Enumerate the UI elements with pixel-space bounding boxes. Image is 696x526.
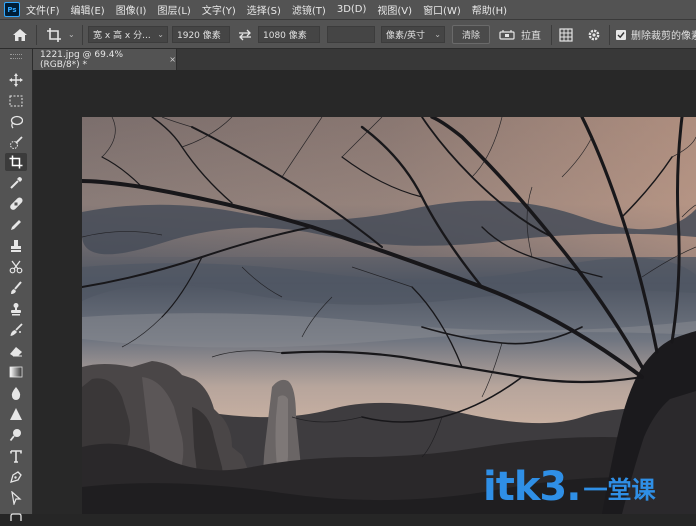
- history-brush-tool[interactable]: [5, 258, 27, 276]
- watermark-latin-text: itk3: [483, 464, 567, 510]
- pen-nib-icon: [10, 471, 22, 483]
- clone-stamp-tool[interactable]: [5, 237, 27, 255]
- menu-filter[interactable]: 滤镜(T): [292, 2, 326, 17]
- move-tool[interactable]: [5, 71, 27, 89]
- water-drop-icon: [11, 387, 21, 400]
- chevron-down-icon: ⌄: [157, 30, 164, 39]
- height-value: 1080 像素: [263, 31, 307, 41]
- swap-arrows-icon: [239, 29, 251, 40]
- menu-window[interactable]: 窗口(W): [423, 2, 461, 17]
- healing-bandage-icon: [10, 197, 23, 210]
- type-tool[interactable]: [5, 447, 27, 465]
- width-input[interactable]: 1920 像素: [172, 26, 230, 43]
- document-tab[interactable]: 1221.jpg @ 69.4%(RGB/8*) * ×: [33, 49, 177, 70]
- delete-cropped-label: 删除裁剪的像素: [631, 31, 696, 42]
- art-brush-icon: [10, 323, 23, 336]
- menu-help[interactable]: 帮助(H): [472, 2, 507, 17]
- clone-stamp-icon: [11, 303, 21, 316]
- width-value: 1920 像素: [177, 31, 221, 41]
- menu-view[interactable]: 视图(V): [377, 2, 412, 17]
- eraser-icon: [10, 347, 22, 357]
- brush-tool[interactable]: [5, 216, 27, 234]
- panel-grip[interactable]: [10, 54, 22, 59]
- gradient-tool[interactable]: [5, 363, 27, 381]
- tools-panel: [0, 49, 33, 521]
- hand-tool[interactable]: [5, 508, 27, 526]
- options-bar: ⌄ 宽 x 高 x 分... ⌄ 1920 像素 1080 像素 像素/英寸 ⌄…: [0, 19, 696, 49]
- straighten-button[interactable]: 拉直: [499, 20, 541, 49]
- landscape-photo: [82, 117, 696, 514]
- pencil-icon: [11, 220, 21, 230]
- cursor-arrow-icon: [11, 491, 22, 505]
- blur-tool[interactable]: [5, 384, 27, 402]
- home-button[interactable]: [12, 20, 28, 49]
- stamp-tool[interactable]: [5, 300, 27, 318]
- straighten-level-icon: [499, 29, 515, 40]
- brush-icon: [11, 281, 22, 294]
- sharpen-tool[interactable]: [5, 405, 27, 423]
- document-tab-bar: 1221.jpg @ 69.4%(RGB/8*) * ×: [33, 49, 696, 70]
- document-tab-title: 1221.jpg @ 69.4%(RGB/8*) *: [40, 49, 124, 70]
- overlay-grid-button[interactable]: [559, 20, 573, 49]
- menu-file[interactable]: 文件(F): [26, 2, 60, 17]
- ratio-preset-value: 宽 x 高 x 分...: [93, 31, 151, 41]
- rectangular-marquee-icon: [9, 95, 23, 107]
- menu-type[interactable]: 文字(Y): [202, 2, 236, 17]
- spot-healing-tool[interactable]: [5, 195, 27, 213]
- gear-icon: [588, 29, 600, 40]
- triangle-icon: [10, 408, 22, 420]
- height-input[interactable]: 1080 像素: [258, 26, 320, 43]
- lasso-icon: [10, 115, 23, 129]
- delete-cropped-pixels-toggle[interactable]: 删除裁剪的像素: [616, 20, 696, 49]
- photoshop-logo-icon: Ps: [4, 2, 20, 17]
- move-icon: [9, 73, 23, 87]
- swap-dimensions-button[interactable]: [238, 20, 252, 49]
- path-selection-tool[interactable]: [5, 489, 27, 507]
- crop-settings-button[interactable]: [587, 20, 601, 49]
- clear-button[interactable]: 清除: [452, 25, 490, 44]
- type-icon: [10, 450, 22, 463]
- menu-3d[interactable]: 3D(D): [337, 4, 367, 15]
- watermark-cjk-text: 一堂课: [583, 475, 656, 504]
- lasso-tool[interactable]: [5, 113, 27, 131]
- resolution-unit-value: 像素/英寸: [386, 31, 426, 41]
- pen-tool[interactable]: [5, 468, 27, 486]
- grid-icon: [559, 27, 573, 42]
- crop-icon: [9, 155, 23, 169]
- eyedropper-icon: [10, 177, 22, 189]
- dodge-tool[interactable]: [5, 426, 27, 444]
- crop-tool[interactable]: [5, 153, 27, 171]
- menu-select[interactable]: 选择(S): [247, 2, 281, 17]
- watermark-dot: .: [566, 464, 582, 510]
- eraser-tool[interactable]: [5, 342, 27, 360]
- chevron-down-icon: ⌄: [68, 30, 75, 39]
- gradient-icon: [9, 366, 23, 378]
- marquee-tool[interactable]: [5, 92, 27, 110]
- dodge-icon: [9, 429, 21, 442]
- art-history-brush-tool[interactable]: [5, 321, 27, 339]
- scissors-icon: [9, 260, 23, 274]
- menu-bar: Ps 文件(F) 编辑(E) 图像(I) 图层(L) 文字(Y) 选择(S) 滤…: [0, 0, 696, 19]
- stamp-icon: [11, 240, 21, 252]
- eyedropper-tool[interactable]: [5, 174, 27, 192]
- menu-layer[interactable]: 图层(L): [157, 2, 190, 17]
- menu-image[interactable]: 图像(I): [116, 2, 147, 17]
- ratio-preset-select[interactable]: 宽 x 高 x 分... ⌄: [88, 26, 168, 43]
- checkbox-checked-icon[interactable]: [616, 29, 626, 40]
- crop-icon: [47, 27, 61, 42]
- resolution-unit-select[interactable]: 像素/英寸 ⌄: [381, 26, 445, 43]
- menu-edit[interactable]: 编辑(E): [71, 2, 105, 17]
- crop-tool-preset-button[interactable]: ⌄: [46, 20, 75, 49]
- paint-brush-tool[interactable]: [5, 279, 27, 297]
- straighten-label: 拉直: [521, 31, 541, 42]
- home-icon: [13, 28, 27, 41]
- quick-selection-icon: [10, 136, 23, 149]
- document-canvas[interactable]: [82, 117, 696, 514]
- site-watermark: itk3 . 一堂课: [483, 462, 655, 512]
- quick-selection-tool[interactable]: [5, 134, 27, 152]
- resolution-input[interactable]: [327, 26, 375, 43]
- chevron-down-icon: ⌄: [434, 30, 441, 39]
- close-icon[interactable]: ×: [169, 55, 176, 64]
- hand-icon: [10, 513, 22, 521]
